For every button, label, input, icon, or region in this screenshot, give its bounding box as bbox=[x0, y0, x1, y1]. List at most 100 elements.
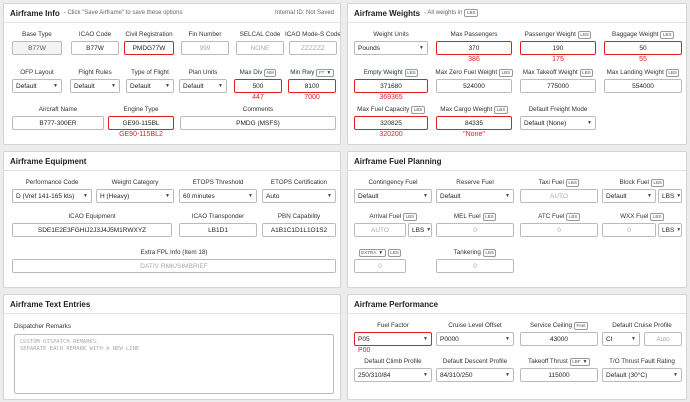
performance-code-select[interactable]: D (Vref 141-165 kts) ▼ bbox=[12, 189, 92, 203]
flight-rules-select[interactable]: Default ▼ bbox=[70, 79, 120, 93]
max-passengers-input[interactable]: 370 bbox=[436, 41, 512, 55]
icao-transponder-input[interactable]: LB1D1 bbox=[179, 223, 257, 237]
mzfw-label-text: Max Zero Fuel Weight bbox=[435, 69, 498, 76]
empty-weight-note: 369365 bbox=[379, 94, 403, 101]
baggage-weight-label: Baggage Weight LBS bbox=[604, 30, 682, 39]
unit-select-badge[interactable]: FT ▼ bbox=[316, 68, 334, 77]
fin-number-input[interactable]: 999 bbox=[181, 41, 229, 55]
icao-equipment-input[interactable]: SDE1E2E3FGHIJ2J3J4J5M1RWXYZ bbox=[12, 223, 172, 237]
reserve-fuel-label: Reserve Fuel bbox=[456, 179, 494, 186]
passenger-weight-label: Passenger Weight LBS bbox=[520, 30, 596, 39]
tankering-label-text: Tankering bbox=[453, 249, 481, 256]
arrival-fuel-unit-select[interactable]: LBS ▼ bbox=[408, 223, 432, 237]
internal-id: Internal ID: Not Saved bbox=[274, 10, 334, 16]
chevron-down-icon: ▼ bbox=[426, 227, 432, 233]
extra-fuel-input[interactable]: 0 bbox=[354, 259, 406, 273]
arrival-fuel-label: Arrival Fuel LBS bbox=[354, 212, 432, 221]
airframe-weights-panel: Airframe Weights - All weights in LBS We… bbox=[347, 3, 687, 145]
cruise-profile-select[interactable]: CI ▼ bbox=[602, 332, 640, 346]
unit-badge: LBS bbox=[464, 9, 478, 17]
climb-profile-select[interactable]: 250/310/84 ▼ bbox=[354, 368, 432, 382]
extra-fuel-type-select[interactable]: EXTRA ▼ bbox=[358, 248, 386, 257]
takeoff-thrust-label: Takeoff Thrust LBF ▼ bbox=[520, 357, 598, 366]
icao-mode-s-input[interactable]: ZZZZZZ bbox=[289, 41, 337, 55]
comments-input[interactable]: PMDG (MSFS) bbox=[180, 116, 336, 130]
descent-profile-select[interactable]: 84/310/250 ▼ bbox=[436, 368, 514, 382]
empty-weight-input[interactable]: 371680 bbox=[354, 79, 428, 93]
min-rwy-input[interactable]: 8100 bbox=[288, 79, 336, 93]
block-fuel-unit-select[interactable]: LBS ▼ bbox=[658, 189, 682, 203]
taxi-fuel-label: Taxi Fuel LBS bbox=[520, 178, 598, 187]
max-fuel-input[interactable]: 320825 bbox=[354, 116, 428, 130]
plan-units-value: Default bbox=[183, 82, 204, 90]
panel-title: Airframe Performance bbox=[354, 299, 439, 309]
chevron-down-icon: ▼ bbox=[423, 336, 428, 342]
civil-registration-input[interactable]: PMDG77W bbox=[124, 41, 174, 55]
tankering-input[interactable]: 0 bbox=[436, 259, 514, 273]
selcal-input[interactable]: NONE bbox=[236, 41, 284, 55]
block-fuel-select[interactable]: Default ▼ bbox=[602, 189, 656, 203]
freight-mode-select[interactable]: Default (None) ▼ bbox=[520, 116, 596, 130]
base-type-input[interactable]: B77W bbox=[12, 41, 62, 55]
weight-units-select[interactable]: Pounds ▼ bbox=[354, 41, 428, 55]
atc-fuel-label-text: ATC Fuel bbox=[538, 213, 565, 220]
dispatcher-remarks-placeholder-line2: SEPARATE EACH REMARK WITH A NEW LINE bbox=[20, 346, 140, 352]
etops-cert-select[interactable]: Auto ▼ bbox=[262, 189, 336, 203]
panel-title: Airframe Text Entries bbox=[10, 299, 91, 309]
selcal-label: SELCAL Code bbox=[239, 31, 281, 38]
takeoff-thrust-input[interactable]: 115000 bbox=[520, 368, 598, 382]
takeoff-thrust-unit-select[interactable]: LBF ▼ bbox=[569, 357, 590, 366]
max-cargo-input[interactable]: 84335 bbox=[436, 116, 512, 130]
panel-title: Airframe Fuel Planning bbox=[354, 156, 442, 166]
wxx-fuel-unit-select[interactable]: LBS ▼ bbox=[658, 223, 682, 237]
mzfw-input[interactable]: 524000 bbox=[436, 79, 512, 93]
descent-profile-value: 84/310/250 bbox=[440, 371, 473, 379]
max-fuel-note: 320200 bbox=[379, 131, 403, 138]
type-of-flight-value: Default bbox=[130, 82, 151, 90]
plan-units-select[interactable]: Default ▼ bbox=[179, 79, 227, 93]
chevron-down-icon: ▼ bbox=[505, 336, 510, 342]
service-ceiling-input[interactable]: 43000 bbox=[520, 332, 598, 346]
baggage-weight-input[interactable]: 50 bbox=[604, 41, 682, 55]
chevron-down-icon: ▼ bbox=[83, 193, 88, 199]
arrival-fuel-input[interactable]: AUTO bbox=[354, 223, 406, 237]
unit-badge: LBS bbox=[387, 248, 402, 257]
baggage-weight-label-text: Baggage Weight bbox=[612, 31, 659, 38]
fuel-factor-select[interactable]: P05 ▼ bbox=[354, 332, 432, 346]
pbn-capability-input[interactable]: A1B1C1D1L1O1S2 bbox=[262, 223, 336, 237]
cruise-profile-label: Default Cruise Profile bbox=[612, 322, 672, 329]
weight-category-label: Weight Category bbox=[111, 179, 159, 186]
chevron-down-icon: ▼ bbox=[326, 69, 332, 76]
etops-threshold-select[interactable]: 60 minutes ▼ bbox=[179, 189, 257, 203]
type-of-flight-select[interactable]: Default ▼ bbox=[126, 79, 174, 93]
type-of-flight-label: Type of Flight bbox=[131, 69, 169, 76]
mtow-input[interactable]: 775000 bbox=[520, 79, 596, 93]
contingency-fuel-select[interactable]: Default ▼ bbox=[354, 189, 432, 203]
etops-threshold-label: ETOPS Threshold bbox=[192, 179, 244, 186]
atc-fuel-input[interactable]: 0 bbox=[520, 223, 598, 237]
unit-badge: LBS bbox=[650, 212, 664, 221]
wxx-fuel-input[interactable]: 0 bbox=[602, 223, 656, 237]
engine-type-input[interactable]: GE90-115BL bbox=[108, 116, 174, 130]
mlw-input[interactable]: 554000 bbox=[604, 79, 682, 93]
icao-code-input[interactable]: B77W bbox=[71, 41, 119, 55]
mel-fuel-input[interactable]: 0 bbox=[436, 223, 514, 237]
taxi-fuel-input[interactable]: AUTO bbox=[520, 189, 598, 203]
base-type-label: Base Type bbox=[22, 31, 52, 38]
to-thrust-rating-label: T/O Thrust Fault Rating bbox=[609, 358, 675, 365]
to-thrust-rating-select[interactable]: Default (30°C) ▼ bbox=[602, 368, 682, 382]
max-div-input[interactable]: 500 bbox=[234, 79, 282, 93]
extra-fpl-input[interactable]: DAT/V RMK/SIMBRIEF bbox=[12, 259, 336, 273]
reserve-fuel-select[interactable]: Default ▼ bbox=[436, 189, 514, 203]
weight-category-select[interactable]: H (Heavy) ▼ bbox=[96, 189, 174, 203]
dispatcher-remarks-textarea[interactable]: CUSTOM DISPATCH REMARKS. SEPARATE EACH R… bbox=[14, 334, 334, 394]
cruise-offset-select[interactable]: P0000 ▼ bbox=[436, 332, 514, 346]
flight-rules-label: Flight Rules bbox=[78, 69, 112, 76]
chevron-down-icon: ▼ bbox=[676, 193, 682, 199]
passenger-weight-input[interactable]: 190 bbox=[520, 41, 596, 55]
ofp-layout-select[interactable]: Default ▼ bbox=[12, 79, 62, 93]
aircraft-name-input[interactable]: B777-300ER bbox=[12, 116, 104, 130]
cruise-profile-input[interactable]: Auto bbox=[644, 332, 682, 346]
min-rwy-label: Min Rwy FT ▼ bbox=[288, 68, 336, 77]
civil-registration-label: Civil Registration bbox=[125, 31, 173, 38]
